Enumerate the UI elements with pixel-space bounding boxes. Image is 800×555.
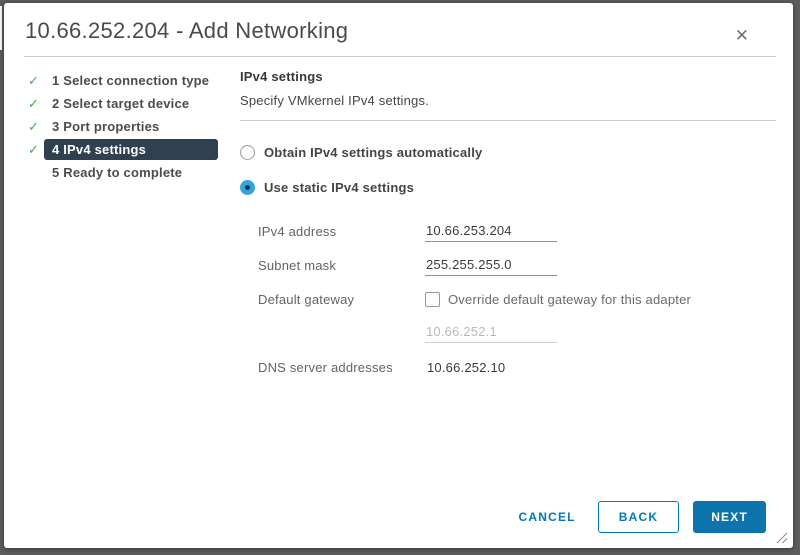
check-icon: ✓ xyxy=(28,143,44,156)
check-icon: ✓ xyxy=(28,120,44,133)
radio-use-static[interactable]: Use static IPv4 settings xyxy=(240,180,776,195)
default-gateway-label: Default gateway xyxy=(258,292,425,307)
subnet-mask-row: Subnet mask xyxy=(258,255,776,276)
next-button[interactable]: NEXT xyxy=(693,501,766,533)
radio-selected-icon[interactable] xyxy=(240,180,255,195)
step-ready-to-complete[interactable]: 5 Ready to complete xyxy=(28,161,218,184)
step-ipv4-settings-active[interactable]: ✓ 4 IPv4 settings xyxy=(28,138,218,161)
ipv4-address-label: IPv4 address xyxy=(258,224,425,239)
step-select-connection-type[interactable]: ✓ 1 Select connection type xyxy=(28,69,218,92)
gateway-input-row xyxy=(258,322,776,343)
dns-server-row: DNS server addresses 10.66.252.10 xyxy=(258,357,776,377)
cancel-button[interactable]: CANCEL xyxy=(509,502,586,532)
pane-divider xyxy=(240,120,776,121)
wizard-steps-sidebar: ✓ 1 Select connection type ✓ 2 Select ta… xyxy=(4,57,218,184)
ipv4-address-input[interactable] xyxy=(425,221,557,242)
checkbox-unchecked-icon[interactable] xyxy=(425,292,440,307)
radio-unselected-icon[interactable] xyxy=(240,145,255,160)
back-button[interactable]: BACK xyxy=(598,501,679,533)
step-label: 1 Select connection type xyxy=(44,70,218,91)
radio-obtain-automatically[interactable]: Obtain IPv4 settings automatically xyxy=(240,145,776,160)
ipv4-address-row: IPv4 address xyxy=(258,221,776,242)
step-label: 3 Port properties xyxy=(44,116,218,137)
add-networking-dialog: 10.66.252.204 - Add Networking ✕ ✓ 1 Sel… xyxy=(4,3,793,548)
override-gateway-option[interactable]: Override default gateway for this adapte… xyxy=(425,292,691,307)
background-page-sliver xyxy=(0,6,2,50)
pane-description: Specify VMkernel IPv4 settings. xyxy=(240,93,776,108)
step-label: 5 Ready to complete xyxy=(44,162,218,183)
subnet-mask-label: Subnet mask xyxy=(258,258,425,273)
radio-label: Obtain IPv4 settings automatically xyxy=(264,145,482,160)
dialog-title: 10.66.252.204 - Add Networking xyxy=(25,18,348,43)
dialog-content: ✓ 1 Select connection type ✓ 2 Select ta… xyxy=(4,57,793,390)
radio-label: Use static IPv4 settings xyxy=(264,180,414,195)
dns-server-value: 10.66.252.10 xyxy=(425,360,505,375)
ipv4-mode-radio-group: Obtain IPv4 settings automatically Use s… xyxy=(240,145,776,195)
step-pane: IPv4 settings Specify VMkernel IPv4 sett… xyxy=(218,57,793,390)
close-icon[interactable]: ✕ xyxy=(731,25,753,46)
default-gateway-row: Default gateway Override default gateway… xyxy=(258,289,776,309)
step-label: 4 IPv4 settings xyxy=(44,139,218,160)
step-label: 2 Select target device xyxy=(44,93,218,114)
dns-server-label: DNS server addresses xyxy=(258,360,425,375)
resize-handle-icon[interactable] xyxy=(776,532,787,543)
dialog-footer: CANCEL BACK NEXT xyxy=(509,501,766,533)
override-gateway-label: Override default gateway for this adapte… xyxy=(448,292,691,307)
step-port-properties[interactable]: ✓ 3 Port properties xyxy=(28,115,218,138)
check-icon: ✓ xyxy=(28,97,44,110)
subnet-mask-input[interactable] xyxy=(425,255,557,276)
gateway-address-input xyxy=(425,322,557,343)
step-select-target-device[interactable]: ✓ 2 Select target device xyxy=(28,92,218,115)
ipv4-settings-form: IPv4 address Subnet mask Default gateway… xyxy=(258,221,776,377)
dialog-title-bar: 10.66.252.204 - Add Networking ✕ xyxy=(4,3,793,56)
pane-heading: IPv4 settings xyxy=(240,69,776,84)
check-icon: ✓ xyxy=(28,74,44,87)
